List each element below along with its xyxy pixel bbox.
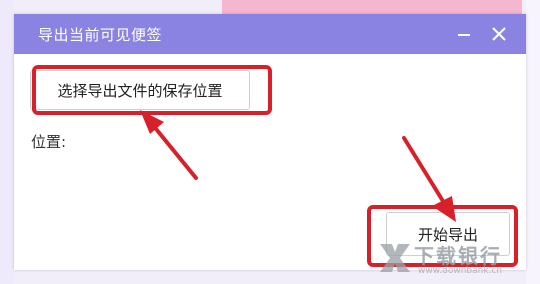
- minimize-button[interactable]: [454, 24, 474, 44]
- watermark-text: 下载银行: [414, 244, 502, 268]
- dialog-titlebar: 导出当前可见便签: [14, 14, 526, 54]
- background-left: [0, 0, 14, 284]
- minimize-icon: [458, 34, 470, 36]
- downbank-logo-icon: [380, 244, 410, 272]
- watermark: 下载银行 www.downbank.cn: [378, 240, 528, 280]
- close-button[interactable]: [489, 24, 509, 44]
- choose-save-location-button[interactable]: 选择导出文件的保存位置: [30, 70, 250, 110]
- background-right: [526, 0, 540, 284]
- watermark-url: www.downbank.cn: [418, 266, 503, 276]
- location-label: 位置:: [31, 133, 67, 151]
- export-dialog: 导出当前可见便签 选择导出文件的保存位置 位置: 开始导出: [14, 14, 526, 270]
- dialog-title: 导出当前可见便签: [38, 26, 163, 44]
- close-icon: [492, 27, 506, 41]
